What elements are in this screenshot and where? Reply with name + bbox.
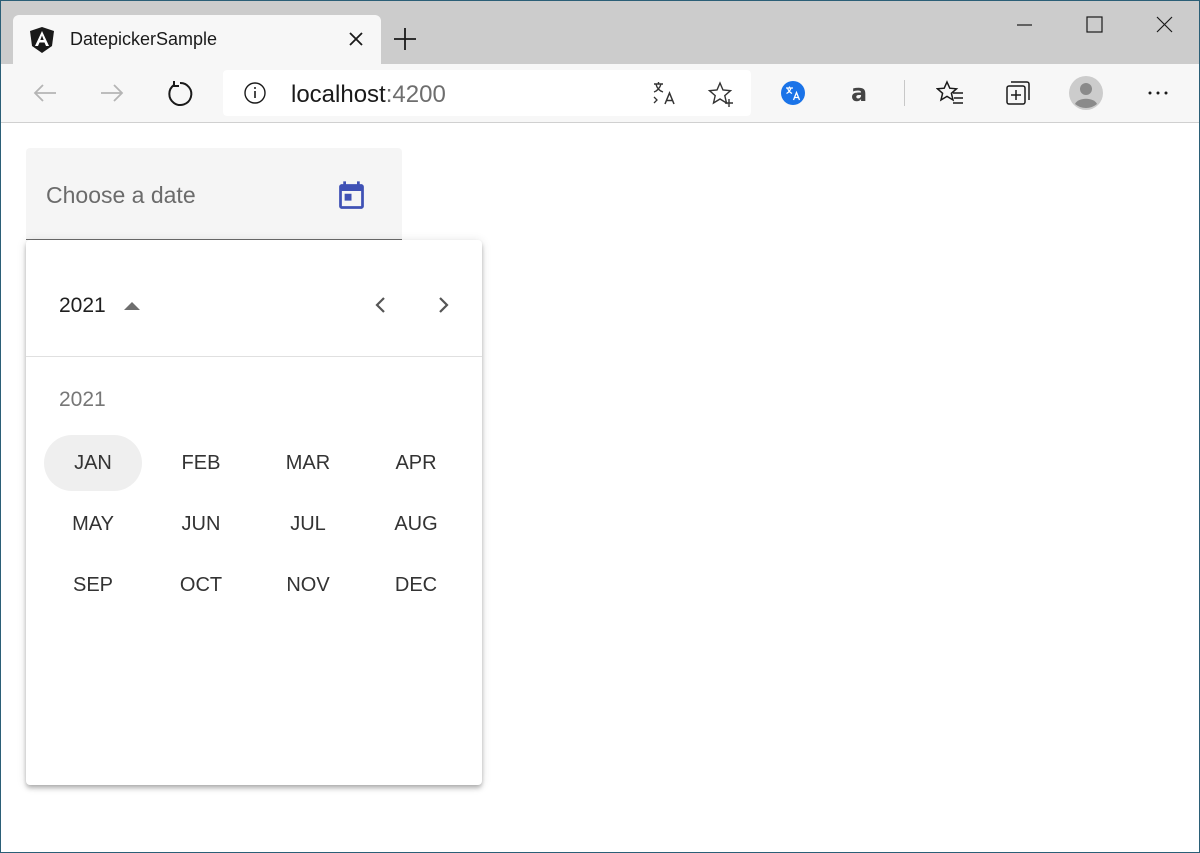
month-cell[interactable]: NOV [259,557,357,613]
maximize-icon[interactable] [1071,9,1117,41]
browser-tab[interactable]: DatepickerSample [13,15,381,64]
url-host: localhost [291,81,386,108]
close-window-icon[interactable] [1141,9,1187,41]
minimize-icon[interactable] [1001,9,1047,41]
angular-logo-icon [30,27,54,53]
new-tab-icon[interactable] [391,25,419,53]
date-input-field[interactable]: Choose a date [26,148,402,240]
month-cell[interactable]: AUG [367,496,465,552]
favorites-icon [936,80,963,104]
chevron-left-icon [375,297,385,313]
profile-button[interactable] [1069,76,1103,110]
avatar [1069,76,1103,110]
chevron-right-icon [439,297,449,313]
collections-button[interactable] [1001,76,1035,110]
collections-icon [1006,81,1030,105]
address-bar[interactable]: localhost:4200 [223,70,751,116]
more-menu-button[interactable] [1141,76,1175,110]
month-cell[interactable]: APR [367,435,465,491]
back-button[interactable] [28,76,62,110]
svg-text:a: a [851,80,867,106]
close-tab-icon[interactable] [345,28,367,50]
month-cell[interactable]: JUN [152,496,250,552]
forward-arrow-icon [101,84,124,102]
month-cell[interactable]: SEP [44,557,142,613]
month-cell[interactable]: MAR [259,435,357,491]
period-toggle-button[interactable]: 2021 [59,292,140,320]
title-bar: DatepickerSample [1,1,1199,64]
month-cell[interactable]: DEC [367,557,465,613]
translator-icon [781,81,805,105]
month-cell[interactable]: FEB [152,435,250,491]
add-favorite-icon[interactable] [707,80,735,108]
date-input-placeholder: Choose a date [46,182,196,208]
url-text[interactable]: localhost:4200 [291,81,446,109]
caret-up-icon [123,302,140,310]
translator-extension-button[interactable] [776,76,810,110]
toolbar-separator [904,80,905,106]
period-label: 2021 [59,294,106,317]
next-year-button[interactable] [427,289,459,321]
month-cell[interactable]: MAY [44,496,142,552]
amazon-extension-button[interactable]: a [843,76,877,110]
tab-title: DatepickerSample [70,29,218,49]
refresh-icon [168,81,193,106]
more-icon [1148,91,1168,95]
favorites-button[interactable] [933,76,967,110]
amazon-icon: a [851,80,867,106]
datepicker-popup: 2021 2021 JAN FEB MAR APR MAY JUN JUL AU… [26,240,482,785]
calendar-icon[interactable] [335,180,368,213]
month-cell[interactable]: JUL [259,496,357,552]
info-icon[interactable] [243,81,267,105]
header-divider [26,356,482,357]
month-cell[interactable]: JAN [44,435,142,491]
refresh-button[interactable] [163,76,197,110]
previous-year-button[interactable] [365,289,397,321]
browser-toolbar: localhost:4200 a [1,64,1199,123]
back-arrow-icon [33,84,56,102]
month-cell[interactable]: OCT [152,557,250,613]
browser-window: DatepickerSample localhost:4200 a Choose… [0,0,1200,853]
url-port: :4200 [385,81,446,108]
year-label: 2021 [59,388,106,411]
forward-button[interactable] [95,76,129,110]
translate-page-icon[interactable] [651,80,679,108]
